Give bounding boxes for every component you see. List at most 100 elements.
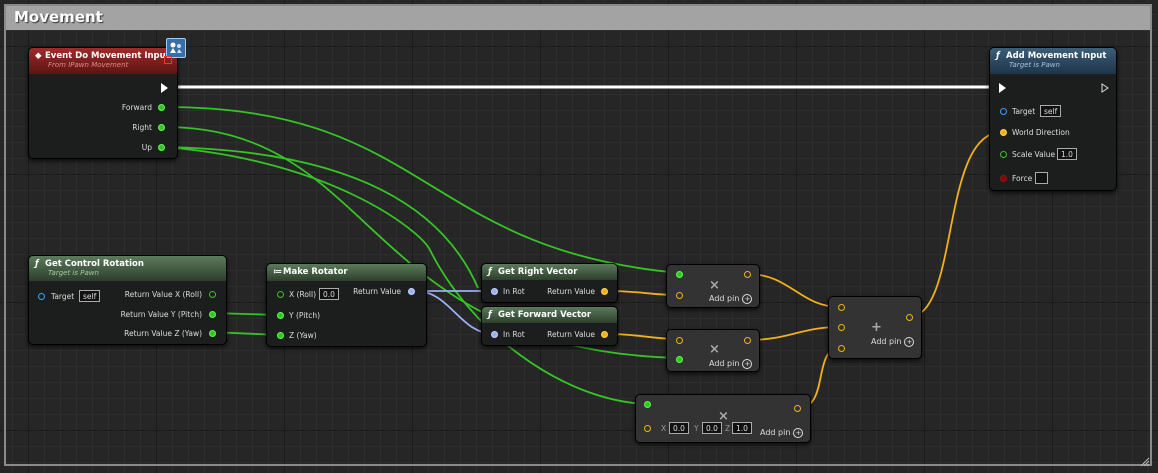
- pin-label-target: Target: [51, 292, 75, 301]
- add-pin-plus-icon: +: [742, 359, 753, 369]
- node-title: Add Movement Input: [1006, 51, 1107, 61]
- roll-pin[interactable]: [209, 291, 216, 298]
- pin-label-roll: Return Value X (Roll): [124, 290, 202, 299]
- node-header: ≔Make Rotator: [267, 264, 426, 281]
- comment-resize-handle-icon[interactable]: [1140, 457, 1150, 467]
- pitch-pin[interactable]: [209, 311, 216, 318]
- pin-label-scale-value: Scale Value: [1012, 150, 1056, 159]
- node-title: Get Control Rotation: [45, 259, 144, 269]
- node-title: Get Right Vector: [498, 267, 578, 277]
- input-pin-a[interactable]: [838, 304, 845, 311]
- node-title: Get Forward Vector: [498, 310, 592, 320]
- return-value-pin[interactable]: [601, 288, 608, 295]
- node-title: Event Do Movement Input: [45, 51, 170, 61]
- output-pin[interactable]: [906, 314, 913, 321]
- function-icon: ƒ: [488, 267, 492, 277]
- node-header: ƒ Get Forward Vector: [482, 307, 617, 323]
- exec-in-pin[interactable]: [999, 83, 1006, 93]
- input-pin-c[interactable]: [838, 345, 845, 352]
- vector-input-pin[interactable]: [644, 425, 651, 432]
- right-pin[interactable]: [158, 124, 165, 131]
- scale-value-field[interactable]: 1.0: [1057, 148, 1077, 160]
- wire-mult1-to-add: [747, 273, 841, 308]
- float-input-pin[interactable]: [676, 271, 683, 278]
- output-pin[interactable]: [744, 271, 751, 278]
- node-header: ◆ Event Do Movement Input From IPawn Move…: [29, 48, 177, 74]
- z-label: Z: [725, 424, 731, 433]
- x-value-field[interactable]: 0.0: [669, 422, 689, 434]
- x-roll-pin[interactable]: [277, 291, 284, 298]
- exec-out-pin[interactable]: [1101, 83, 1109, 93]
- force-checkbox[interactable]: [1035, 172, 1048, 184]
- pin-label-return: Return Value: [547, 287, 595, 296]
- vector-input-pin[interactable]: [676, 292, 683, 299]
- multiply-symbol: ×: [709, 278, 720, 293]
- add-pin-plus-icon: +: [793, 428, 804, 438]
- node-subtitle: From IPawn Movement: [48, 61, 129, 69]
- add-movement-input-node[interactable]: ƒ Add Movement Input Target is Pawn Targe…: [989, 47, 1117, 191]
- target-value-field[interactable]: self: [1040, 105, 1062, 117]
- world-direction-pin[interactable]: [1000, 129, 1007, 136]
- target-value-field[interactable]: self: [79, 290, 101, 302]
- return-value-pin[interactable]: [601, 331, 608, 338]
- float-input-pin[interactable]: [676, 356, 683, 363]
- multiply-node-3[interactable]: X 0.0 Y 0.0 Z 1.0 × Add pin +: [635, 394, 811, 443]
- node-header: ƒ Get Control Rotation Target is Pawn: [29, 256, 226, 281]
- target-pin[interactable]: [1000, 108, 1007, 115]
- function-icon: ƒ: [488, 310, 492, 320]
- add-node[interactable]: + Add pin +: [828, 296, 922, 359]
- get-right-vector-node[interactable]: ƒ Get Right Vector In Rot Return Value: [481, 263, 618, 303]
- target-pin[interactable]: [38, 293, 45, 300]
- delegate-pin[interactable]: [164, 56, 172, 64]
- output-pin[interactable]: [744, 337, 751, 344]
- wire-mult2-to-add: [747, 326, 841, 341]
- add-symbol: +: [871, 320, 882, 335]
- exec-out-pin[interactable]: [161, 83, 168, 93]
- make-struct-icon: ≔: [273, 267, 283, 277]
- get-control-rotation-node[interactable]: ƒ Get Control Rotation Target is Pawn Tar…: [28, 255, 227, 345]
- input-pin-b[interactable]: [838, 324, 845, 331]
- add-pin-button[interactable]: Add pin +: [709, 294, 753, 304]
- output-pin[interactable]: [794, 405, 801, 412]
- y-pitch-pin[interactable]: [277, 312, 284, 319]
- add-pin-plus-icon: +: [904, 337, 915, 347]
- pin-label-return: Return Value: [547, 330, 595, 339]
- yaw-pin[interactable]: [209, 330, 216, 337]
- return-value-pin[interactable]: [408, 288, 415, 295]
- pin-label-return: Return Value: [353, 287, 401, 296]
- z-value-field[interactable]: 1.0: [732, 422, 752, 434]
- in-rot-pin[interactable]: [491, 288, 498, 295]
- float-input-pin[interactable]: [644, 401, 651, 408]
- event-icon: ◆: [35, 51, 42, 61]
- pin-label-z: Z (Yaw): [289, 331, 317, 340]
- get-forward-vector-node[interactable]: ƒ Get Forward Vector In Rot Return Value: [481, 306, 618, 346]
- make-rotator-node[interactable]: ≔Make Rotator X (Roll) 0.0 Y (Pitch) Z (…: [266, 263, 427, 347]
- z-yaw-pin[interactable]: [277, 332, 284, 339]
- add-pin-button[interactable]: Add pin +: [871, 337, 915, 347]
- force-pin[interactable]: [1000, 175, 1007, 182]
- pin-label-pitch: Return Value Y (Pitch): [120, 310, 202, 319]
- x-label: X: [661, 424, 667, 433]
- up-pin[interactable]: [158, 144, 165, 151]
- pin-label-yaw: Return Value Z (Yaw): [124, 329, 202, 338]
- add-pin-label: Add pin: [871, 337, 902, 346]
- multiply-node-1[interactable]: × Add pin +: [666, 264, 760, 308]
- forward-pin[interactable]: [158, 104, 165, 111]
- multiply-node-2[interactable]: × Add pin +: [666, 329, 760, 372]
- x-value-field[interactable]: 0.0: [319, 288, 339, 300]
- node-subtitle: Target is Pawn: [1009, 61, 1060, 69]
- in-rot-pin[interactable]: [491, 331, 498, 338]
- function-icon: ƒ: [35, 259, 39, 269]
- add-pin-label: Add pin: [760, 428, 791, 437]
- pin-label-force: Force: [1012, 174, 1033, 183]
- pin-label-in-rot: In Rot: [503, 287, 525, 296]
- node-header: ƒ Add Movement Input Target is Pawn: [990, 48, 1116, 74]
- add-pin-plus-icon: +: [742, 294, 753, 304]
- node-header: ƒ Get Right Vector: [482, 264, 617, 280]
- event-do-movement-input-node[interactable]: ◆ Event Do Movement Input From IPawn Move…: [28, 47, 178, 159]
- add-pin-button[interactable]: Add pin +: [760, 428, 804, 438]
- scale-value-pin[interactable]: [1000, 151, 1007, 158]
- add-pin-button[interactable]: Add pin +: [709, 359, 753, 369]
- wire-forward-to-multiply2: [163, 106, 681, 274]
- vector-input-pin[interactable]: [676, 337, 683, 344]
